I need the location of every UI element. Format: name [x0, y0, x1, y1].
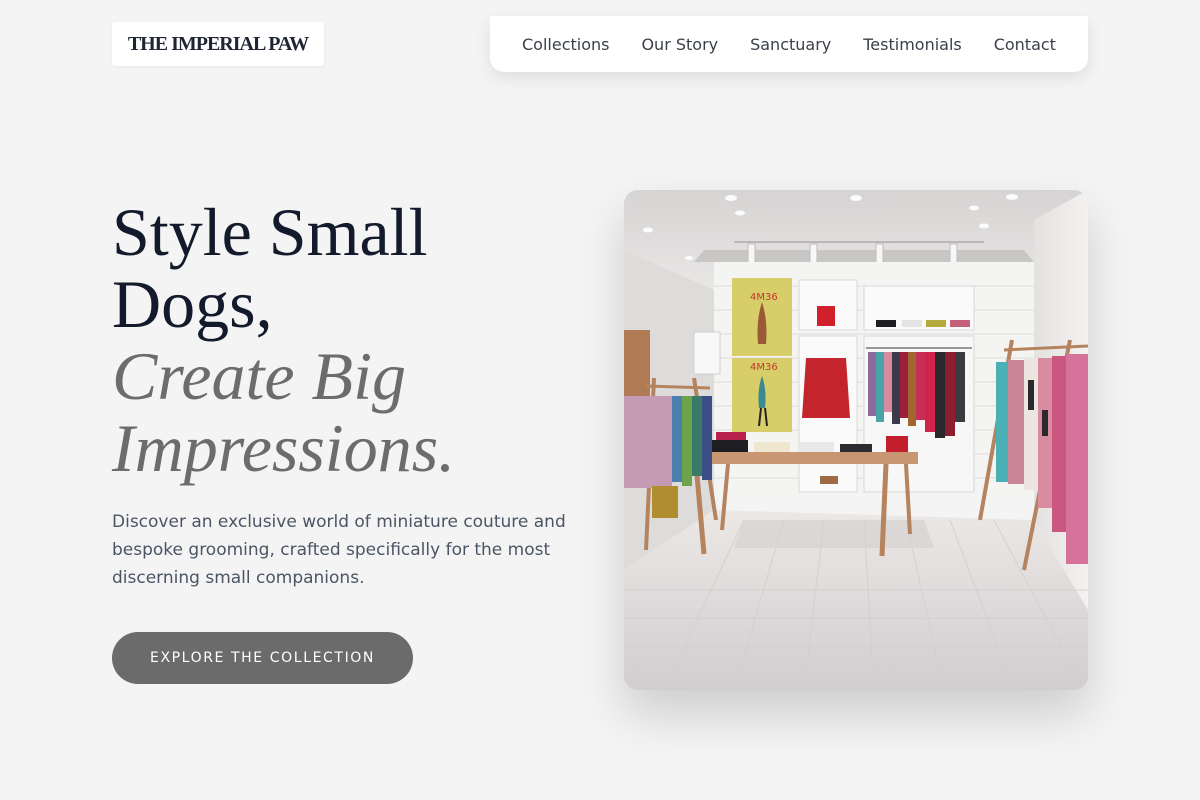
- nav-link-collections[interactable]: Collections: [522, 35, 609, 54]
- hero-image: 4M36 4M36: [624, 190, 1088, 690]
- headline-line-1: Style Small: [112, 194, 428, 270]
- brand-logo[interactable]: THE IMPERIAL PAW: [112, 22, 324, 66]
- headline-line-4: Impressions.: [112, 410, 456, 486]
- nav-link-sanctuary[interactable]: Sanctuary: [750, 35, 831, 54]
- nav-link-our-story[interactable]: Our Story: [641, 35, 718, 54]
- nav-link-contact[interactable]: Contact: [994, 35, 1056, 54]
- poster-label-bottom: 4M36: [750, 362, 778, 373]
- headline-line-2: Dogs,: [112, 266, 273, 342]
- explore-collection-button[interactable]: EXPLORE THE COLLECTION: [112, 632, 413, 684]
- nav-link-testimonials[interactable]: Testimonials: [863, 35, 962, 54]
- hero-subtitle: Discover an exclusive world of miniature…: [112, 512, 566, 588]
- headline-line-3: Create Big: [112, 338, 406, 414]
- main-nav: Collections Our Story Sanctuary Testimon…: [490, 16, 1088, 72]
- hero-headline: Style Small Dogs, Create Big Impressions…: [112, 196, 592, 484]
- poster-label-top: 4M36: [750, 292, 778, 303]
- boutique-interior-illustration: 4M36 4M36: [624, 190, 1088, 690]
